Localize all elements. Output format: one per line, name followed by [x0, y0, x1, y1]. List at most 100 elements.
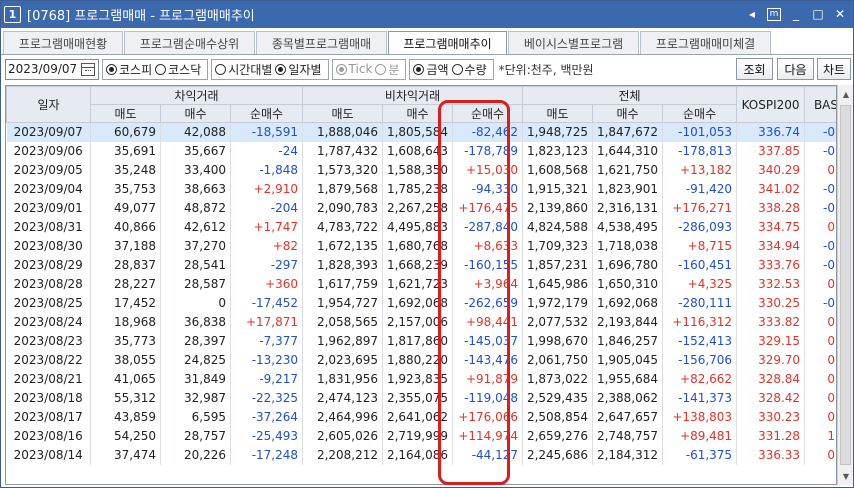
cell-arb-buy: 38,663 — [160, 179, 231, 199]
table-row[interactable]: 2023/08/30 37,188 37,270 +82 1,672,135 1,680,… — [6, 236, 836, 256]
table-row[interactable]: 2023/09/05 35,248 33,400 -1,848 1,573,320 1,5… — [6, 160, 836, 180]
col-date[interactable]: 일자 — [6, 86, 91, 123]
table-row[interactable]: 2023/08/25 17,452 0 -17,452 1,954,727 1,692,0… — [6, 293, 836, 313]
col-nonarb-sell[interactable]: 매도 — [302, 104, 384, 123]
table-row[interactable]: 2023/08/28 28,227 28,587 +360 1,617,759 1,621… — [6, 274, 836, 294]
tab-program-status[interactable]: 프로그램매매현황 — [3, 31, 123, 54]
cell-date: 2023/08/18 — [6, 388, 91, 408]
menu-icon[interactable]: m — [767, 7, 781, 21]
program-trading-window: 1 [0768] 프로그램매매 - 프로그램매매추이 ◂ m _ □ ✕ 프로그… — [0, 0, 854, 488]
cell-arb-sell: 18,968 — [90, 312, 161, 332]
scroll-down-arrow-icon[interactable]: ▼ — [838, 469, 854, 483]
radio-quantity[interactable]: 수량 — [451, 61, 487, 78]
tab-program-trend[interactable]: 프로그램매매추이 — [388, 31, 507, 54]
cell-arb-buy: 28,757 — [160, 426, 231, 446]
collapse-arrow-icon[interactable]: ◂ — [745, 6, 759, 22]
radio-tick[interactable]: Tick — [335, 62, 372, 76]
table-row[interactable]: 2023/08/24 18,968 36,838 +17,871 2,058,565 2,… — [6, 312, 836, 332]
radio-dot-icon — [275, 63, 287, 75]
cell-basis: 0.50 — [804, 331, 836, 351]
cell-arb-buy: 32,987 — [160, 388, 231, 408]
cell-basis: -0.27 — [804, 179, 836, 199]
table-row[interactable]: 2023/09/04 35,753 38,663 +2,910 1,879,568 1,7… — [6, 179, 836, 199]
date-input[interactable]: 2023/09/07 — [5, 58, 99, 80]
cell-arb-net: -297 — [230, 255, 304, 275]
cell-nonarb-net: -145,037 — [452, 331, 524, 351]
close-icon[interactable]: ✕ — [833, 6, 847, 22]
cell-date: 2023/09/05 — [6, 160, 91, 180]
tab-program-net-buy-top[interactable]: 프로그램순매수상위 — [124, 31, 255, 54]
table-row[interactable]: 2023/08/31 40,866 42,612 +1,747 4,783,722 4,4… — [6, 217, 836, 237]
radio-kosdaq[interactable]: 코스닥 — [155, 61, 201, 78]
radio-by-day[interactable]: 일자별 — [275, 61, 322, 78]
cell-kospi200: 330.25 — [736, 293, 806, 313]
col-kospi200[interactable]: KOSPI200 — [736, 86, 806, 123]
minimize-icon[interactable]: _ — [789, 6, 803, 22]
cell-nonarb-net: +176,475 — [452, 198, 524, 218]
table-row[interactable]: 2023/08/29 28,837 28,541 -297 1,828,393 1,668… — [6, 255, 836, 275]
col-total-buy[interactable]: 매수 — [592, 104, 664, 123]
col-basis[interactable]: BASIS — [804, 86, 836, 123]
cell-nonarb-sell: 2,474,123 — [302, 388, 384, 408]
scroll-up-arrow-icon[interactable]: ▲ — [838, 87, 854, 101]
tab-stock-program[interactable]: 종목별프로그램매매 — [256, 31, 387, 54]
cell-nonarb-net: -143,476 — [452, 350, 524, 370]
vertical-scrollbar[interactable]: ▲ ▼ — [837, 85, 853, 485]
table-row[interactable]: 2023/08/16 54,250 28,757 -25,493 2,605,026 2,… — [6, 426, 836, 446]
cell-total-buy: 2,316,131 — [592, 198, 664, 218]
data-grid[interactable]: 일자 차익거래 비차익거래 전체 KOSPI200 BASIS 매도 매수 순매… — [5, 85, 837, 485]
cell-arb-buy: 0 — [160, 293, 231, 313]
cell-arb-buy: 6,595 — [160, 407, 231, 427]
cell-arb-buy: 48,872 — [160, 198, 231, 218]
table-row[interactable]: 2023/08/14 37,474 20,226 -17,248 2,208,212 2,… — [6, 445, 836, 465]
table-row[interactable]: 2023/08/17 43,859 6,595 -37,264 2,464,996 2,6… — [6, 407, 836, 427]
table-row[interactable]: 2023/08/22 38,055 24,825 -13,230 2,023,695 1,… — [6, 350, 836, 370]
radio-amount[interactable]: 금액 — [413, 61, 449, 78]
table-row[interactable]: 2023/08/23 35,773 28,397 -7,377 1,962,897 1,8… — [6, 331, 836, 351]
cell-nonarb-sell: 1,828,393 — [302, 255, 384, 275]
cell-total-buy: 2,193,844 — [592, 312, 664, 332]
cell-nonarb-sell: 1,672,135 — [302, 236, 384, 256]
col-total-net[interactable]: 순매수 — [662, 104, 738, 123]
table-row[interactable]: 2023/09/07 60,679 42,088 -18,591 1,888,046 1,… — [6, 122, 836, 142]
cell-date: 2023/09/04 — [6, 179, 91, 199]
amount-radio-group: 금액 수량 — [409, 58, 494, 80]
next-button[interactable]: 다음 — [777, 58, 814, 80]
scroll-thumb[interactable] — [840, 105, 851, 465]
cell-total-sell: 1,998,670 — [522, 331, 594, 351]
col-arb-net[interactable]: 순매수 — [229, 104, 304, 123]
cell-arb-sell: 17,452 — [90, 293, 161, 313]
table-row[interactable]: 2023/09/06 35,691 35,667 -24 1,787,432 1,608,… — [6, 141, 836, 161]
cell-basis: -0.31 — [804, 255, 836, 275]
cell-arb-sell: 43,859 — [90, 407, 161, 427]
cell-kospi200: 341.02 — [736, 179, 806, 199]
cell-total-sell: 1,645,986 — [522, 274, 594, 294]
radio-by-time[interactable]: 시간대별 — [215, 61, 272, 78]
cell-nonarb-sell: 2,023,695 — [302, 350, 384, 370]
table-row[interactable]: 2023/09/01 49,077 48,872 -204 2,090,783 2,267… — [6, 198, 836, 218]
cell-total-sell: 1,972,179 — [522, 293, 594, 313]
cell-basis: 0.92 — [804, 445, 836, 465]
cell-basis: -0.44 — [804, 122, 836, 142]
col-arb-buy[interactable]: 매수 — [160, 104, 231, 123]
radio-minute[interactable]: 분 — [375, 61, 399, 78]
chart-button[interactable]: 차트 — [817, 58, 851, 80]
search-button[interactable]: 조회 — [736, 58, 773, 80]
table-row[interactable]: 2023/08/21 41,065 31,849 -9,217 1,831,956 1,9… — [6, 369, 836, 389]
maximize-icon[interactable]: □ — [811, 6, 825, 22]
cell-total-sell: 1,608,568 — [522, 160, 594, 180]
cell-nonarb-sell: 1,617,759 — [302, 274, 384, 294]
col-nonarb-buy[interactable]: 매수 — [382, 104, 454, 123]
calendar-icon[interactable] — [81, 62, 96, 76]
cell-date: 2023/08/21 — [6, 369, 91, 389]
radio-kospi[interactable]: 코스피 — [106, 61, 152, 78]
cell-nonarb-net: +91,879 — [452, 369, 524, 389]
cell-total-sell: 2,529,435 — [522, 388, 594, 408]
col-arb-sell[interactable]: 매도 — [90, 104, 161, 123]
cell-total-net: +176,271 — [662, 198, 738, 218]
table-row[interactable]: 2023/08/18 55,312 32,987 -22,325 2,474,123 2,… — [6, 388, 836, 408]
tab-basis-program[interactable]: 베이시스별프로그램 — [508, 31, 639, 54]
col-total-sell[interactable]: 매도 — [522, 104, 594, 123]
col-nonarb-net[interactable]: 순매수 — [452, 104, 524, 123]
tab-program-unfilled[interactable]: 프로그램매매미체결 — [640, 31, 771, 54]
